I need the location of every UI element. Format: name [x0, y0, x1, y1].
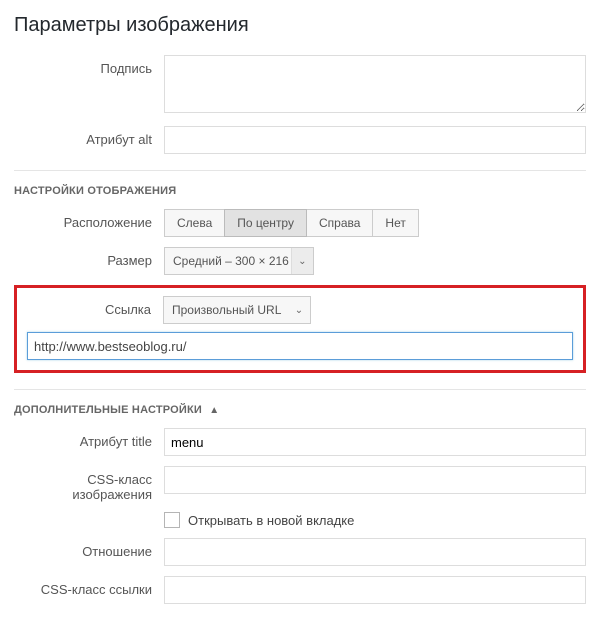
- link-label: Ссылка: [27, 296, 163, 317]
- link-type-select-value: Произвольный URL: [172, 303, 281, 317]
- size-label: Размер: [14, 247, 164, 268]
- divider: [14, 170, 586, 171]
- img-css-input[interactable]: [164, 466, 586, 494]
- display-settings-heading: НАСТРОЙКИ ОТОБРАЖЕНИЯ: [14, 185, 586, 197]
- align-button-group: Слева По центру Справа Нет: [164, 209, 586, 237]
- page-title: Параметры изображения: [14, 14, 586, 37]
- chevron-down-icon: ⌄: [288, 297, 310, 323]
- align-label: Расположение: [14, 209, 164, 230]
- align-left-button[interactable]: Слева: [164, 209, 225, 237]
- img-css-label: CSS-класс изображения: [14, 466, 164, 502]
- rel-label: Отношение: [14, 538, 164, 559]
- alt-label: Атрибут alt: [14, 126, 164, 147]
- new-tab-label: Открывать в новой вкладке: [188, 513, 354, 528]
- size-select-value: Средний – 300 × 216: [173, 254, 289, 268]
- caption-textarea[interactable]: [164, 55, 586, 113]
- title-attr-label: Атрибут title: [14, 428, 164, 449]
- link-css-label: CSS-класс ссылки: [14, 576, 164, 597]
- title-attr-input[interactable]: [164, 428, 586, 456]
- link-highlight-box: Ссылка Произвольный URL ⌄: [14, 285, 586, 373]
- chevron-down-icon: ⌄: [291, 248, 313, 274]
- align-center-button[interactable]: По центру: [224, 209, 307, 237]
- advanced-settings-label: ДОПОЛНИТЕЛЬНЫЕ НАСТРОЙКИ: [14, 404, 202, 416]
- alt-input[interactable]: [164, 126, 586, 154]
- rel-input[interactable]: [164, 538, 586, 566]
- divider: [14, 389, 586, 390]
- size-select[interactable]: Средний – 300 × 216 ⌄: [164, 247, 314, 275]
- advanced-settings-heading[interactable]: ДОПОЛНИТЕЛЬНЫЕ НАСТРОЙКИ ▲: [14, 404, 586, 416]
- caption-label: Подпись: [14, 55, 164, 76]
- caret-up-icon: ▲: [209, 405, 219, 416]
- align-right-button[interactable]: Справа: [306, 209, 373, 237]
- link-css-input[interactable]: [164, 576, 586, 604]
- link-type-select[interactable]: Произвольный URL ⌄: [163, 296, 311, 324]
- new-tab-checkbox[interactable]: [164, 512, 180, 528]
- align-none-button[interactable]: Нет: [372, 209, 418, 237]
- link-url-input[interactable]: [27, 332, 573, 360]
